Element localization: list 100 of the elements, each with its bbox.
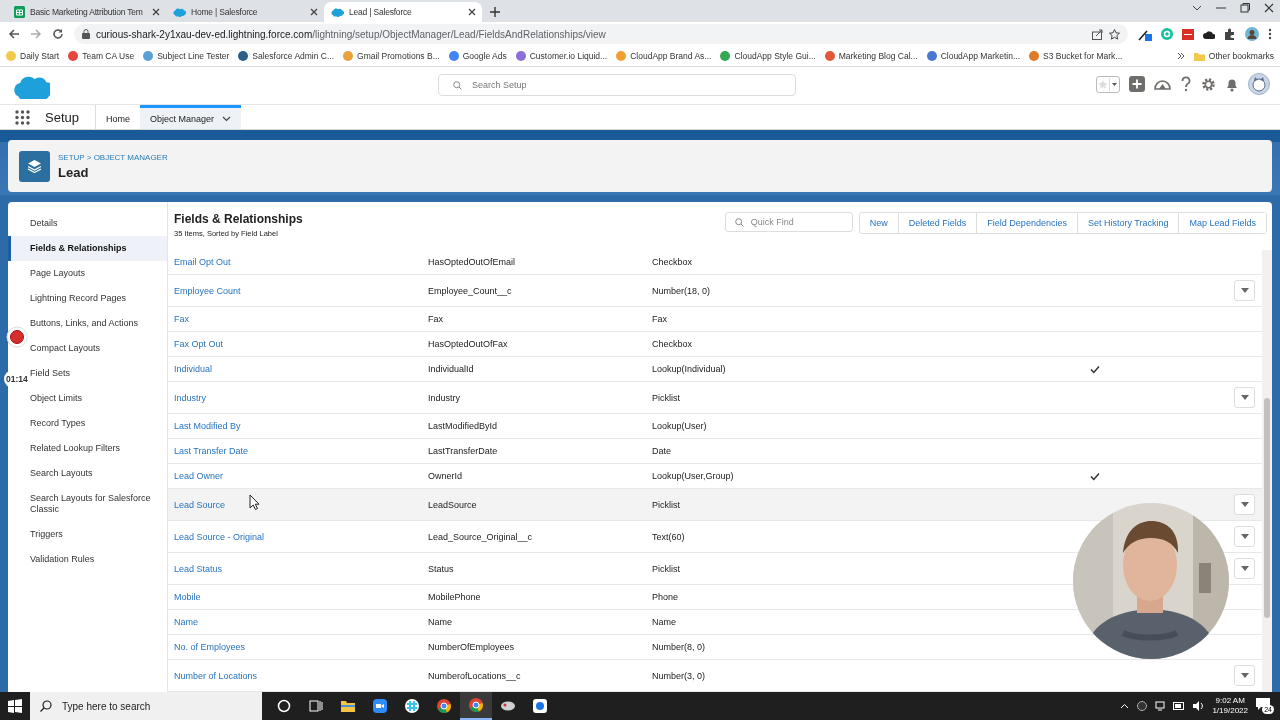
chrome-icon[interactable] bbox=[469, 698, 483, 712]
bookmark[interactable]: CloudApp Marketin... bbox=[926, 51, 1020, 61]
sidebar-item[interactable]: Compact Layouts bbox=[27, 336, 167, 361]
sidebar-item[interactable]: Record Types bbox=[27, 411, 167, 436]
hash-icon[interactable] bbox=[405, 699, 419, 713]
sidebar-item[interactable]: Related Lookup Filters bbox=[27, 436, 167, 461]
app-launcher-icon[interactable] bbox=[15, 109, 30, 125]
bookmark[interactable]: Marketing Blog Cal... bbox=[824, 51, 918, 61]
star-icon[interactable] bbox=[1109, 28, 1120, 40]
add-icon[interactable] bbox=[1129, 76, 1145, 92]
sidebar-item[interactable]: Buttons, Links, and Actions bbox=[27, 311, 167, 336]
bookmark[interactable]: Other bookmarks bbox=[1193, 51, 1274, 61]
bookmark[interactable]: Google Ads bbox=[448, 51, 507, 61]
field-link[interactable]: No. of Employees bbox=[174, 642, 428, 652]
row-menu-button[interactable] bbox=[1234, 280, 1255, 301]
field-link[interactable]: Name bbox=[174, 617, 428, 627]
search-field[interactable]: Search Setup bbox=[438, 74, 796, 96]
field-link[interactable]: Lead Owner bbox=[174, 471, 428, 481]
speaker-icon[interactable] bbox=[1193, 701, 1205, 711]
row-menu-button[interactable] bbox=[1234, 387, 1255, 408]
circle-icon[interactable] bbox=[277, 699, 291, 713]
field-link[interactable]: Industry bbox=[174, 392, 428, 403]
settings-icon[interactable] bbox=[1201, 76, 1216, 92]
avatar-icon[interactable] bbox=[1248, 73, 1270, 95]
new-tab-icon[interactable] bbox=[490, 7, 500, 17]
table-cell-text: Date bbox=[652, 446, 672, 456]
windows-icon[interactable] bbox=[8, 699, 22, 713]
field-link[interactable]: Last Modified By bbox=[174, 421, 428, 431]
quick-find-field[interactable]: Quick Find bbox=[724, 212, 853, 232]
back-icon[interactable] bbox=[8, 28, 20, 40]
field-link[interactable]: Lead Status bbox=[174, 563, 428, 574]
browser-tab[interactable]: Lead | Salesforce bbox=[324, 2, 482, 22]
bookmark[interactable]: Daily Start bbox=[6, 51, 60, 61]
row-menu-button[interactable] bbox=[1234, 526, 1255, 547]
app-icon[interactable] bbox=[533, 699, 547, 713]
close-icon[interactable] bbox=[1264, 3, 1274, 13]
video-camera-icon[interactable] bbox=[373, 699, 387, 713]
field-link[interactable]: Employee Count bbox=[174, 285, 428, 296]
nav-tab[interactable]: Home bbox=[96, 105, 140, 129]
bookmark[interactable]: Gmail Promotions B... bbox=[343, 51, 440, 61]
close-icon[interactable] bbox=[152, 8, 160, 16]
field-link[interactable]: Fax Opt Out bbox=[174, 339, 428, 349]
task-view-icon[interactable] bbox=[309, 699, 323, 713]
sidebar-item[interactable]: Object Limits bbox=[27, 386, 167, 411]
taskbar-search-field[interactable]: Type here to search bbox=[30, 692, 262, 720]
sidebar-item[interactable]: Validation Rules bbox=[27, 547, 167, 572]
field-link[interactable]: Individual bbox=[174, 364, 428, 374]
field-link[interactable]: Last Transfer Date bbox=[174, 446, 428, 456]
field-link[interactable]: Lead Source bbox=[174, 499, 428, 510]
field-link[interactable]: Mobile bbox=[174, 592, 428, 602]
field-link[interactable]: Number of Locations bbox=[174, 670, 428, 681]
sidebar-item[interactable]: Triggers bbox=[27, 522, 167, 547]
bookmark[interactable]: Team CA Use bbox=[68, 51, 135, 61]
sidebar-item[interactable]: Search Layouts bbox=[27, 461, 167, 486]
close-icon[interactable] bbox=[468, 8, 476, 16]
clock[interactable]: 9:02 AM 1/19/2022 bbox=[1212, 696, 1248, 716]
battery-icon[interactable] bbox=[1173, 702, 1186, 710]
avatar-icon[interactable] bbox=[1245, 27, 1259, 41]
scrollbar[interactable] bbox=[1262, 398, 1272, 618]
sidebar-item[interactable]: Field Sets bbox=[27, 361, 167, 386]
chevron-up-icon[interactable] bbox=[1120, 703, 1130, 709]
browser-tab[interactable]: Basic Marketing Attribution Tem bbox=[8, 2, 166, 22]
chevron-down-icon[interactable] bbox=[1192, 5, 1202, 11]
maximize-icon[interactable] bbox=[1240, 3, 1250, 13]
more-bookmarks-icon[interactable] bbox=[1176, 52, 1185, 60]
recording-timer: 01:14 bbox=[4, 370, 30, 388]
address-bar[interactable]: curious-shark-2y1xau-dev-ed.lightning.force.com/lightning/setup/ObjectManager/Lead/FieldsAndRelationships/view bbox=[74, 24, 1128, 44]
bookmark[interactable]: S3 Bucket for Mark... bbox=[1029, 51, 1123, 61]
caret-icon bbox=[1240, 566, 1249, 571]
row-menu-button[interactable] bbox=[1234, 558, 1255, 579]
folder-icon[interactable] bbox=[341, 699, 355, 713]
share-icon[interactable] bbox=[1092, 28, 1103, 40]
breadcrumb[interactable]: SETUP > OBJECT MANAGER bbox=[58, 152, 168, 162]
field-link[interactable]: Fax bbox=[174, 314, 428, 324]
close-icon[interactable] bbox=[310, 8, 318, 16]
chrome-icon[interactable] bbox=[437, 699, 451, 713]
sidebar-item[interactable]: Lightning Record Pages bbox=[27, 286, 167, 311]
browser-tab[interactable]: Home | Salesforce bbox=[166, 2, 324, 22]
more-icon[interactable] bbox=[1268, 28, 1272, 40]
sidebar-item[interactable]: Details bbox=[27, 211, 167, 236]
field-link[interactable]: Email Opt Out bbox=[174, 257, 428, 267]
sidebar-item[interactable]: Fields & Relationships bbox=[8, 236, 167, 261]
row-menu-button[interactable] bbox=[1234, 665, 1255, 686]
sidebar-item[interactable]: Page Layouts bbox=[27, 261, 167, 286]
row-menu-button[interactable] bbox=[1234, 494, 1255, 515]
reload-icon[interactable] bbox=[52, 28, 64, 40]
nav-tab[interactable]: Object Manager bbox=[140, 105, 242, 129]
toolbar-button[interactable]: Map Lead Fields bbox=[1178, 213, 1266, 233]
sidebar-item[interactable]: Search Layouts for Salesforce Classic bbox=[27, 486, 167, 522]
screen-icon[interactable] bbox=[1155, 701, 1166, 711]
cloud-icon[interactable] bbox=[1203, 29, 1215, 39]
field-link[interactable]: Lead Source - Original bbox=[174, 531, 428, 542]
bookmark[interactable]: Subject Line Tester bbox=[143, 51, 230, 61]
extension-icon[interactable] bbox=[1182, 28, 1194, 40]
bookmark[interactable]: Salesforce Admin C... bbox=[238, 51, 335, 61]
bookmark[interactable]: CloudApp Style Gui... bbox=[720, 51, 816, 61]
puzzle-icon[interactable] bbox=[1224, 28, 1236, 40]
bookmark[interactable]: Customer.io Liquid... bbox=[515, 51, 608, 61]
bookmark[interactable]: CloudApp Brand As... bbox=[616, 51, 712, 61]
help-icon[interactable] bbox=[1180, 76, 1192, 92]
